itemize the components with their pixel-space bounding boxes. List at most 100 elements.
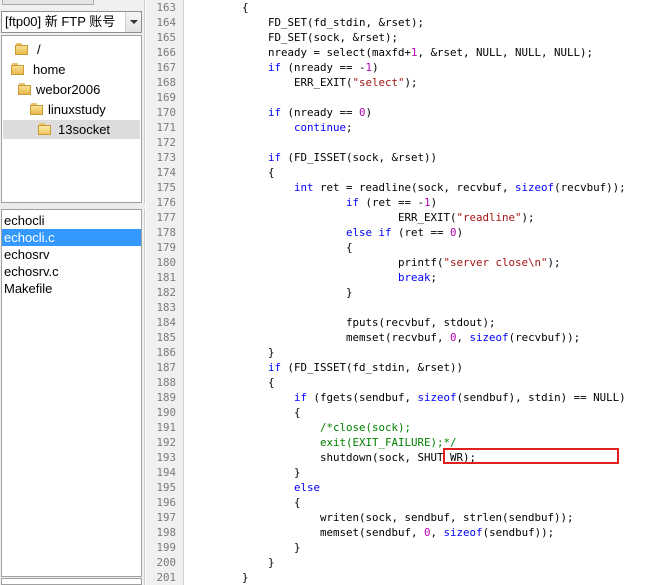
code-line[interactable]: 201 } bbox=[146, 570, 653, 585]
code-text: FD_SET(sock, &rset); bbox=[190, 30, 398, 45]
line-number: 197 bbox=[156, 511, 176, 524]
file-item[interactable]: echosrv bbox=[2, 246, 141, 263]
code-line[interactable]: 168 ERR_EXIT("select"); bbox=[146, 75, 653, 90]
file-item-selected[interactable]: echocli.c bbox=[2, 229, 141, 246]
code-text: { bbox=[190, 495, 301, 510]
code-text: } bbox=[190, 540, 301, 555]
code-line[interactable]: 177 ERR_EXIT("readline"); bbox=[146, 210, 653, 225]
code-text: memset(recvbuf, 0, sizeof(recvbuf)); bbox=[190, 330, 580, 345]
code-line[interactable]: 195 else bbox=[146, 480, 653, 495]
code-token: ; bbox=[430, 271, 438, 284]
file-item[interactable]: echosrv.c bbox=[2, 263, 141, 280]
code-token: int bbox=[294, 181, 314, 194]
code-token: exit(EXIT_FAILURE);*/ bbox=[320, 436, 457, 449]
code-line[interactable]: 163 { bbox=[146, 0, 653, 15]
file-item[interactable]: Makefile bbox=[2, 280, 141, 297]
code-line[interactable]: 169 bbox=[146, 90, 653, 105]
code-editor[interactable]: 163 {164 FD_SET(fd_stdin, &rset); 165 FD_… bbox=[146, 0, 653, 585]
code-text: } bbox=[190, 285, 353, 300]
code-line[interactable]: 198 memset(sendbuf, 0, sizeof(sendbuf)); bbox=[146, 525, 653, 540]
code-token: { bbox=[190, 406, 301, 419]
code-token: if bbox=[294, 391, 308, 404]
code-line[interactable]: 171 continue; bbox=[146, 120, 653, 135]
code-text: break; bbox=[190, 270, 437, 285]
line-number: 165 bbox=[156, 31, 176, 44]
code-token: break bbox=[398, 271, 431, 284]
chevron-down-icon[interactable] bbox=[125, 12, 141, 32]
file-item[interactable]: echocli bbox=[2, 212, 141, 229]
line-number: 169 bbox=[156, 91, 176, 104]
code-line[interactable]: 181 break; bbox=[146, 270, 653, 285]
code-line[interactable]: 194 } bbox=[146, 465, 653, 480]
code-line[interactable]: 174 { bbox=[146, 165, 653, 180]
code-line[interactable]: 173 if (FD_ISSET(sock, &rset)) bbox=[146, 150, 653, 165]
code-token: (recvbuf)); bbox=[554, 181, 626, 194]
code-token: shutdown(sock, SHUT_WR); bbox=[190, 451, 477, 464]
code-text: writen(sock, sendbuf, strlen(sendbuf)); bbox=[190, 510, 574, 525]
folder-icon bbox=[30, 103, 44, 116]
line-number: 192 bbox=[156, 436, 176, 449]
code-line[interactable]: 182 } bbox=[146, 285, 653, 300]
status-strip bbox=[1, 578, 142, 585]
code-token: } bbox=[190, 466, 301, 479]
tree-item-webor2006[interactable]: webor2006 bbox=[18, 80, 128, 99]
code-token: "readline" bbox=[456, 211, 522, 224]
code-line[interactable]: 180 printf("server close\n"); bbox=[146, 255, 653, 270]
code-token: ) bbox=[365, 106, 373, 119]
line-number: 183 bbox=[156, 301, 176, 314]
code-line[interactable]: 186 } bbox=[146, 345, 653, 360]
tree-item-label: home bbox=[33, 62, 66, 77]
tree-item-13socket[interactable]: 13socket bbox=[3, 120, 140, 139]
code-line[interactable]: 184 fputs(recvbuf, stdout); bbox=[146, 315, 653, 330]
code-text: if (nready == -1) bbox=[190, 60, 379, 75]
code-line[interactable]: 165 FD_SET(sock, &rset); bbox=[146, 30, 653, 45]
code-token: } bbox=[190, 286, 353, 299]
line-number: 163 bbox=[156, 1, 176, 14]
code-line[interactable]: 176 if (ret == -1) bbox=[146, 195, 653, 210]
line-number: 184 bbox=[156, 316, 176, 329]
code-line[interactable]: 187 if (FD_ISSET(fd_stdin, &rset)) bbox=[146, 360, 653, 375]
code-text: ERR_EXIT("select"); bbox=[190, 75, 418, 90]
code-line[interactable]: 199 } bbox=[146, 540, 653, 555]
code-token: ); bbox=[404, 76, 418, 89]
code-token: ) bbox=[372, 61, 379, 74]
line-number: 170 bbox=[156, 106, 176, 119]
tree-item-root[interactable]: / bbox=[15, 40, 75, 59]
code-line[interactable]: 172 bbox=[146, 135, 653, 150]
code-line[interactable]: 175 int ret = readline(sock, recvbuf, si… bbox=[146, 180, 653, 195]
ftp-site-select[interactable]: [ftp00] 新 FTP 账号 bbox=[1, 11, 142, 33]
code-line[interactable]: 166 nready = select(maxfd+1, &rset, NULL… bbox=[146, 45, 653, 60]
code-line[interactable]: 183 bbox=[146, 300, 653, 315]
code-line[interactable]: 200 } bbox=[146, 555, 653, 570]
code-line[interactable]: 189 if (fgets(sendbuf, sizeof(sendbuf), … bbox=[146, 390, 653, 405]
code-line[interactable]: 167 if (nready == -1) bbox=[146, 60, 653, 75]
tree-item-home[interactable]: home bbox=[11, 60, 91, 79]
code-text: /*close(sock); bbox=[190, 420, 411, 435]
line-number: 173 bbox=[156, 151, 176, 164]
code-line[interactable]: 196 { bbox=[146, 495, 653, 510]
code-line[interactable]: 190 { bbox=[146, 405, 653, 420]
code-text: } bbox=[190, 345, 275, 360]
code-token: (fgets(sendbuf, bbox=[307, 391, 418, 404]
code-token: if bbox=[268, 151, 282, 164]
code-line[interactable]: 170 if (nready == 0) bbox=[146, 105, 653, 120]
code-line[interactable]: 178 else if (ret == 0) bbox=[146, 225, 653, 240]
tree-item-linuxstudy[interactable]: linuxstudy bbox=[30, 100, 130, 119]
line-number: 164 bbox=[156, 16, 176, 29]
open-folder-icon bbox=[38, 123, 52, 136]
code-token: "server close\n" bbox=[443, 256, 548, 269]
code-line[interactable]: 179 { bbox=[146, 240, 653, 255]
code-token: sizeof bbox=[515, 181, 555, 194]
panel-tab[interactable] bbox=[2, 0, 94, 5]
code-token: if bbox=[268, 61, 282, 74]
code-token: if bbox=[268, 106, 282, 119]
code-line[interactable]: 191 /*close(sock); bbox=[146, 420, 653, 435]
line-number: 179 bbox=[156, 241, 176, 254]
code-line[interactable]: 164 FD_SET(fd_stdin, &rset); bbox=[146, 15, 653, 30]
code-line[interactable]: 185 memset(recvbuf, 0, sizeof(recvbuf)); bbox=[146, 330, 653, 345]
code-token: if bbox=[268, 361, 282, 374]
code-line[interactable]: 197 writen(sock, sendbuf, strlen(sendbuf… bbox=[146, 510, 653, 525]
code-line[interactable]: 188 { bbox=[146, 375, 653, 390]
line-number: 176 bbox=[156, 196, 176, 209]
